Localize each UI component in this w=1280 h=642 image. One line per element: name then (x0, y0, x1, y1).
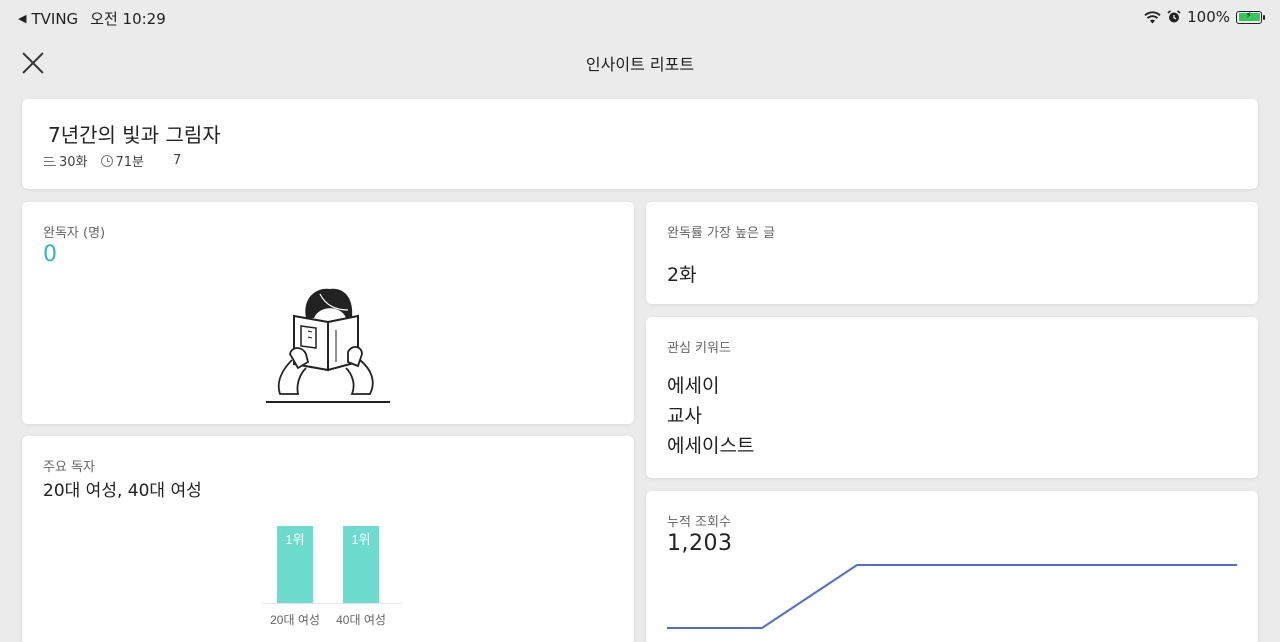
views-label: 누적 조회수 (667, 515, 731, 530)
bar-category-label: 20대 여성 (270, 613, 320, 627)
keyword-item: 에세이스트 (667, 435, 755, 457)
keywords-card: 관심 키워드 에세이 교사 에세이스트 (646, 317, 1258, 478)
keyword-item: 에세이 (667, 375, 720, 397)
duration: 71분 (100, 151, 145, 170)
reader-illustration (266, 288, 390, 403)
battery-percent: 100% (1187, 8, 1230, 26)
carrier-label[interactable]: TVING (31, 10, 78, 28)
bar-rank-label: 1위 (285, 532, 304, 547)
clock-icon (100, 154, 113, 167)
views-card: 누적 조회수 1,203 (646, 491, 1258, 642)
best-episode-card: 완독률 가장 높은 글 2화 (646, 202, 1258, 304)
book-title: 7년간의 빛과 그림자 (48, 123, 221, 147)
alarm-icon (1167, 10, 1181, 23)
list-icon (44, 156, 56, 166)
keyword-item: 교사 (667, 405, 702, 427)
episode-count: 30화 (44, 151, 88, 170)
book-extra-count: 7 (173, 153, 182, 168)
back-arrow-icon[interactable]: ◀ (18, 12, 26, 25)
completion-label: 완독자 (명) (43, 226, 106, 241)
completion-value: 0 (43, 242, 57, 267)
wifi-icon (1144, 10, 1161, 23)
best-episode-label: 완독률 가장 높은 글 (667, 226, 776, 241)
main-readers-value: 20대 여성, 40대 여성 (43, 481, 202, 501)
clock-time: 오전 10:29 (90, 10, 166, 28)
book-info-card: 7년간의 빛과 그림자 30화 71분 7 (22, 99, 1258, 189)
episode-count-label: 30화 (59, 155, 88, 170)
bar-rank-label: 1위 (351, 532, 370, 547)
keyword-list: 에세이 교사 에세이스트 (667, 371, 754, 461)
status-bar: ◀ TVING 오전 10:29 100% ⚡ (0, 0, 1280, 34)
completion-card: 완독자 (명) 0 (22, 202, 634, 424)
book-meta: 30화 71분 7 (44, 151, 181, 170)
app-header: 인사이트 리포트 (0, 38, 1280, 84)
battery-icon: ⚡ (1236, 10, 1265, 24)
status-left: ◀ TVING 오전 10:29 (18, 8, 166, 29)
keywords-label: 관심 키워드 (667, 341, 731, 356)
status-right: 100% ⚡ (1144, 8, 1265, 26)
page-title: 인사이트 리포트 (585, 55, 695, 74)
views-line (667, 564, 1237, 629)
main-readers-label: 주요 독자 (43, 460, 95, 475)
reader-bar-chart: 1위 20대 여성 1위 40대 여성 (262, 526, 402, 627)
main-readers-card: 주요 독자 20대 여성, 40대 여성 1위 20대 여성 1위 40대 여성 (22, 436, 634, 642)
views-line-chart (666, 564, 1238, 629)
bar-category-label: 40대 여성 (336, 613, 386, 627)
best-episode-value: 2화 (667, 264, 697, 286)
duration-label: 71분 (115, 155, 145, 170)
